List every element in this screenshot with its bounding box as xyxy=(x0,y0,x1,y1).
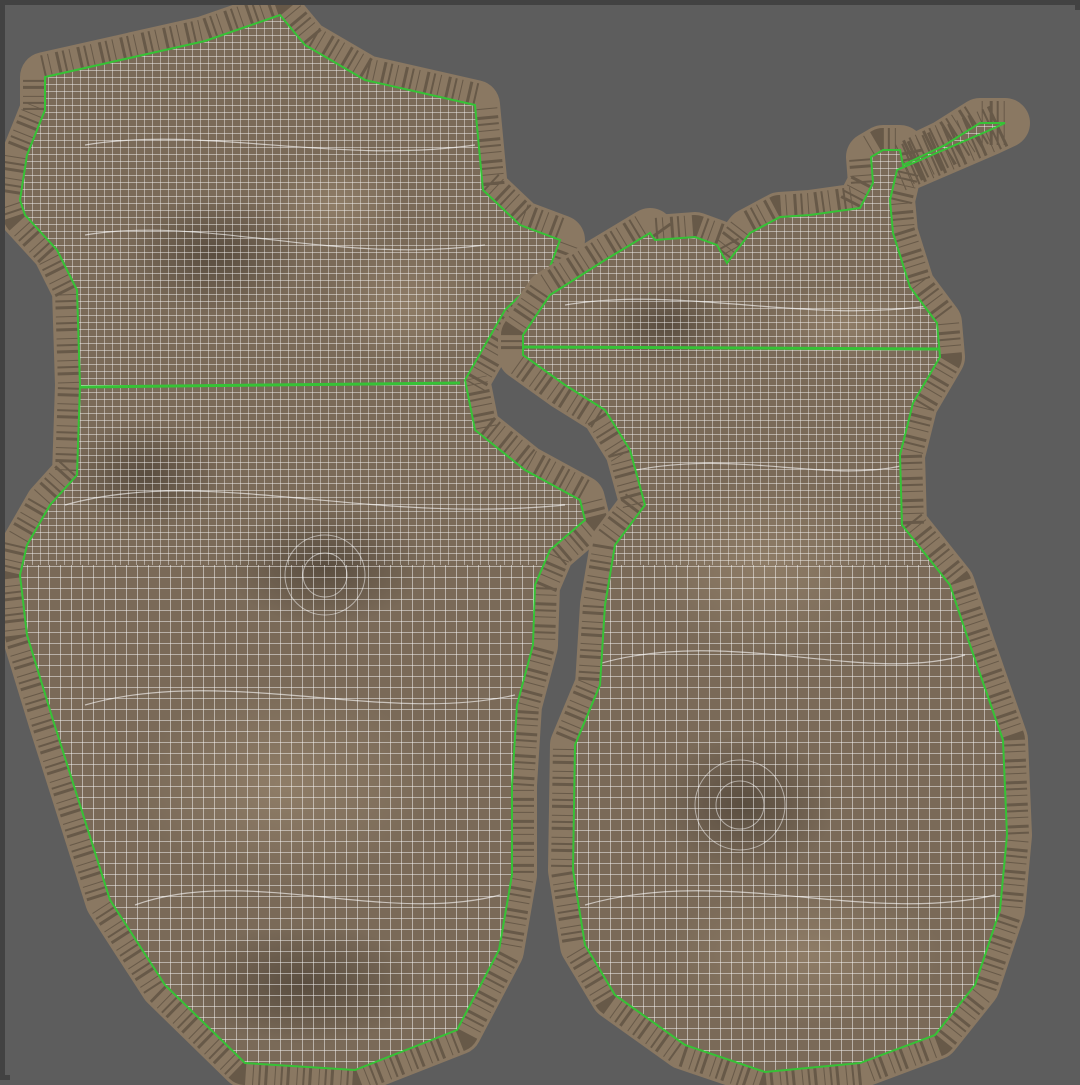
island-right-seam[interactable] xyxy=(522,345,941,351)
uv-editor-viewport[interactable] xyxy=(0,0,1080,1085)
uv-canvas[interactable] xyxy=(5,5,1080,1085)
